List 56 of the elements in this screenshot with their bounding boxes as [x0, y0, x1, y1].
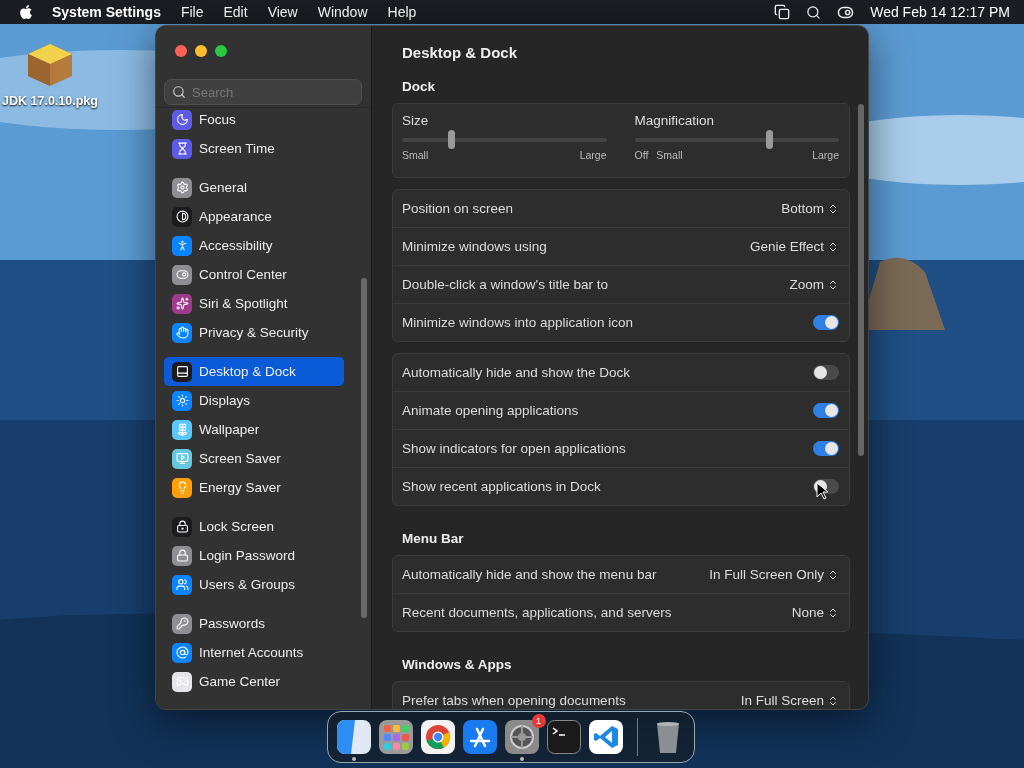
sidebar-item[interactable]: Internet Accounts	[164, 638, 344, 667]
slider-tick-label: Large	[812, 149, 839, 161]
sidebar-item[interactable]: Screen Time	[164, 134, 344, 163]
file-name: JDK 17.0.10.pkg	[2, 94, 98, 108]
menu-item[interactable]: File	[180, 4, 204, 20]
menu-bar-clock[interactable]: Wed Feb 14 12:17 PM	[870, 4, 1010, 20]
sidebar-item[interactable]: Wallpaper	[164, 415, 344, 444]
sidebar-item[interactable]: Control Center	[164, 260, 344, 289]
setting-label: Show indicators for open applications	[402, 441, 626, 456]
popup-button[interactable]: In Full Screen	[740, 693, 839, 708]
slider-label: Size	[402, 113, 430, 128]
sidebar-item[interactable]: Privacy & Security	[164, 318, 344, 347]
notification-badge: 1	[531, 714, 546, 728]
app-menu[interactable]: System Settings	[52, 4, 161, 20]
setting-label: Position on screen	[402, 201, 514, 216]
section-title: Windows & Apps	[401, 656, 513, 674]
setting-label: Prefer tabs when opening documents	[402, 693, 626, 708]
popup-button[interactable]: Zoom	[789, 277, 839, 292]
popup-button[interactable]: Genie Effect	[749, 239, 839, 254]
sidebar-item[interactable]: Login Password	[164, 541, 344, 570]
sidebar-item[interactable]: Displays	[164, 386, 344, 415]
setting-label: Recent documents, applications, and servers	[402, 605, 672, 620]
setting-label: Show recent applications in Dock	[402, 479, 601, 494]
setting-label: Double-click a window's title bar to	[402, 277, 608, 292]
sidebar-item[interactable]: General	[164, 173, 344, 202]
slider-tick-label: Small	[656, 149, 683, 161]
sidebar-item[interactable]: Energy Saver	[164, 473, 344, 502]
setting-label: Automatically hide and show the Dock	[402, 365, 631, 380]
sidebar-item[interactable]: Game Center	[164, 667, 344, 696]
sidebar-item[interactable]: Lock Screen	[164, 512, 344, 541]
sidebar-item[interactable]: Users & Groups	[164, 570, 344, 599]
slider-tick-label: Large	[579, 149, 607, 161]
section-title: Menu Bar	[401, 530, 465, 548]
setting-label: Minimize windows into application icon	[402, 315, 634, 330]
menu-item[interactable]: Help	[387, 4, 417, 20]
sidebar-item[interactable]: Appearance	[164, 202, 344, 231]
menu-item[interactable]: View	[267, 4, 298, 20]
slider-label: Magnification	[634, 113, 716, 128]
setting-label: Automatically hide and show the menu bar	[402, 567, 657, 582]
pane-title: Desktop & Dock	[401, 42, 519, 63]
sidebar-item[interactable]: Desktop & Dock	[164, 357, 344, 386]
section-title: Dock	[401, 78, 436, 96]
menu-item[interactable]: Window	[317, 4, 368, 20]
sidebar-item[interactable]: Accessibility	[164, 231, 344, 260]
sidebar-item[interactable]: Focus	[164, 108, 344, 134]
slider-tick-label: Off	[634, 149, 649, 161]
slider-tick-label: Small	[402, 149, 429, 161]
sidebar-item[interactable]: Screen Saver	[164, 444, 344, 473]
setting-label: Animate opening applications	[402, 403, 579, 418]
popup-button[interactable]: In Full Screen Only	[709, 567, 839, 582]
menu-item[interactable]: Edit	[223, 4, 248, 20]
sidebar-item[interactable]: Passwords	[164, 609, 344, 638]
popup-button[interactable]: Bottom	[781, 201, 839, 216]
setting-label: Minimize windows using	[402, 239, 547, 254]
popup-button[interactable]: None	[791, 605, 839, 620]
sidebar-item[interactable]: Siri & Spotlight	[164, 289, 344, 318]
